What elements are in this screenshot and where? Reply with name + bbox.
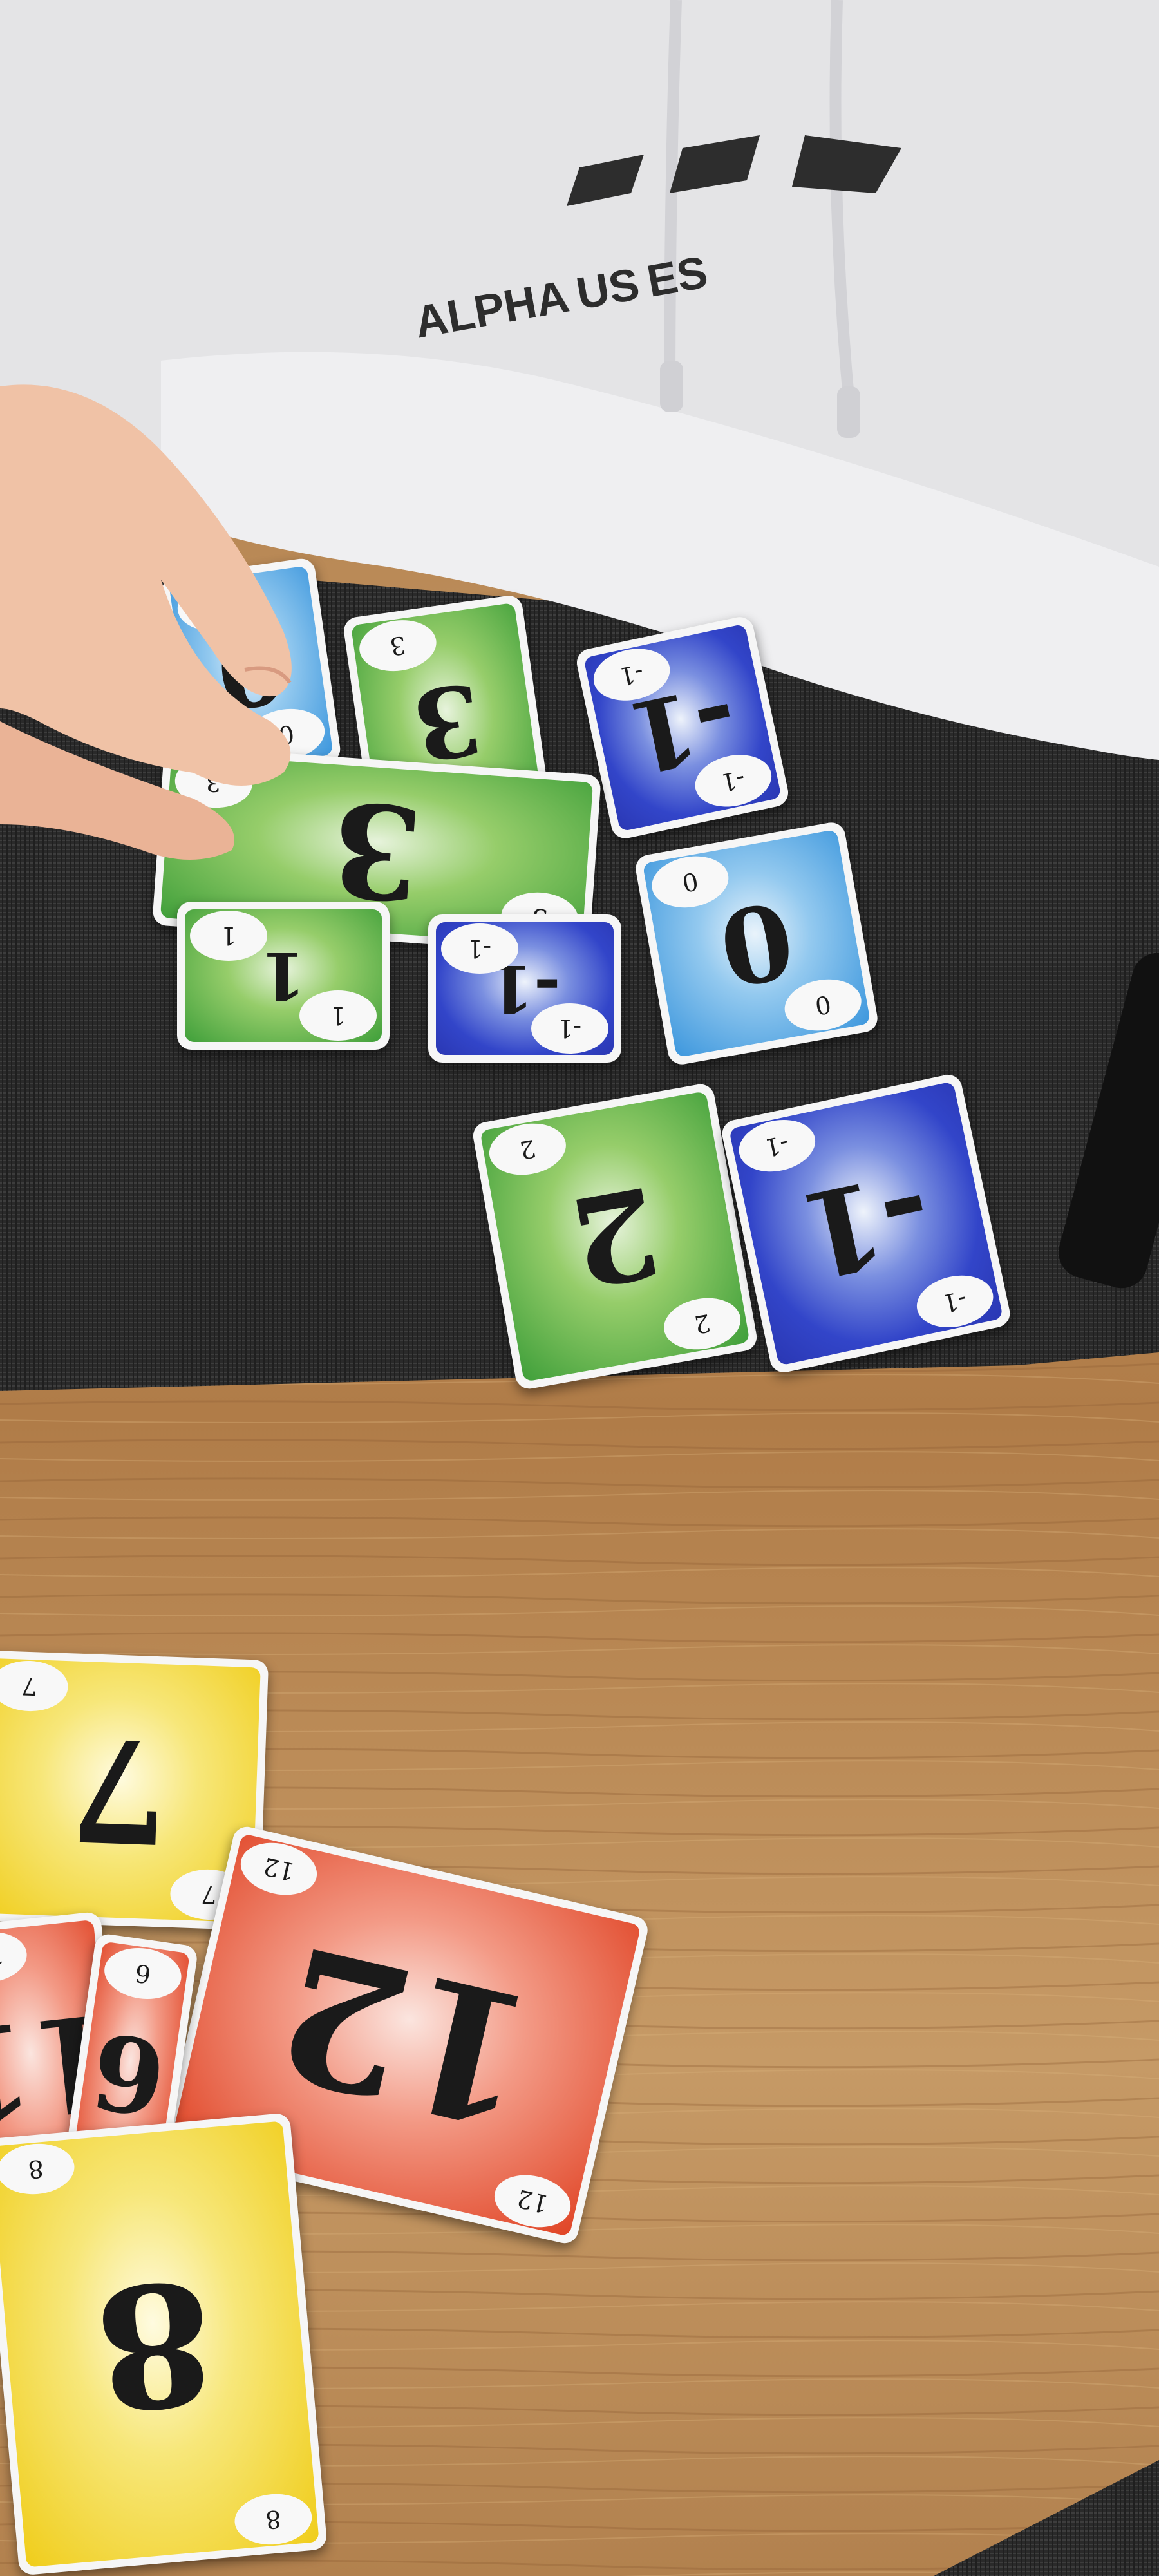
hand [0,384,292,860]
game-table-photo: ALPHA US ES 000333-1-1-1333000111-1-1-12… [0,0,1159,2576]
card-yellow-8: 888 [0,2112,328,2576]
card-value: 7 [66,1705,172,1876]
card-value: 8 [88,2241,221,2447]
card-value: -1 [789,1144,943,1303]
card-lblue-0: 000 [633,820,880,1067]
card-corner-value: 1 [299,990,377,1041]
card-blue-minus1: -1 -1 -1 [428,914,621,1063]
card-blue-minus1: -1 -1 -1 [719,1072,1013,1376]
card-corner-value: -1 [441,923,518,974]
card-corner-value: -1 [531,1003,608,1054]
card-green-2: 222 [471,1082,759,1391]
